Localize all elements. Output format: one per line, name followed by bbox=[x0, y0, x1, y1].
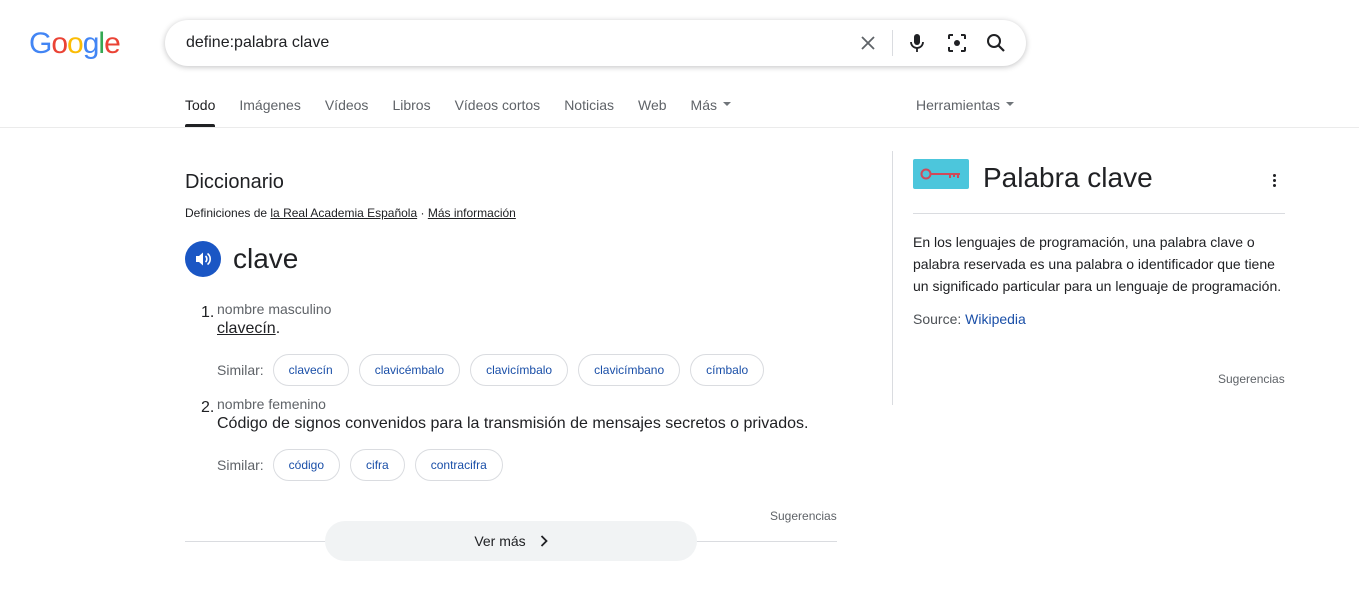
similar-chip[interactable]: címbalo bbox=[690, 354, 765, 386]
feedback-link[interactable]: Sugerencias bbox=[770, 509, 837, 523]
chevron-right-icon bbox=[540, 535, 548, 547]
tab-mas-label: Más bbox=[690, 97, 717, 113]
see-more-button[interactable]: Ver más bbox=[325, 521, 697, 561]
sense-number: 2. bbox=[201, 399, 215, 416]
feedback-link[interactable]: Sugerencias bbox=[1218, 372, 1285, 386]
tab-videos-cortos[interactable]: Vídeos cortos bbox=[455, 97, 541, 127]
more-vert-icon[interactable] bbox=[1266, 170, 1282, 190]
sense-number: 1. bbox=[201, 304, 215, 321]
similar-label: Similar: bbox=[217, 457, 264, 473]
lens-icon[interactable] bbox=[945, 31, 969, 55]
source-label: Source: bbox=[913, 311, 966, 327]
similar-chip[interactable]: cifra bbox=[350, 449, 405, 481]
knowledge-panel-thumbnail[interactable] bbox=[913, 159, 969, 189]
search-divider bbox=[892, 30, 893, 56]
knowledge-panel-divider bbox=[913, 213, 1285, 214]
caret-down-icon bbox=[1006, 102, 1015, 107]
source-prefix: Definiciones de bbox=[185, 206, 271, 220]
more-info-link[interactable]: Más información bbox=[428, 206, 516, 220]
rae-link[interactable]: la Real Academia Española bbox=[270, 206, 417, 220]
logo-letter: g bbox=[82, 27, 100, 60]
knowledge-panel-title: Palabra clave bbox=[983, 162, 1153, 193]
similar-label: Similar: bbox=[217, 362, 264, 378]
source-separator: · bbox=[417, 206, 428, 220]
logo-letter: o bbox=[51, 27, 68, 60]
headword: clave bbox=[233, 243, 299, 274]
tools-label: Herramientas bbox=[916, 97, 1001, 113]
similar-chip[interactable]: clavicémbalo bbox=[358, 354, 461, 386]
definition-link[interactable]: clavecín bbox=[217, 320, 276, 337]
logo-letter: e bbox=[104, 27, 121, 60]
see-more-label: Ver más bbox=[474, 533, 526, 549]
search-icon[interactable] bbox=[984, 31, 1008, 55]
speaker-button[interactable] bbox=[185, 241, 221, 277]
logo-letter: o bbox=[67, 27, 84, 60]
tab-libros[interactable]: Libros bbox=[392, 97, 430, 127]
search-box[interactable]: define:palabra clave bbox=[165, 20, 1026, 66]
tabs-divider bbox=[0, 127, 1359, 128]
tab-videos[interactable]: Vídeos bbox=[325, 97, 369, 127]
knowledge-panel-description: En los lenguajes de programación, una pa… bbox=[913, 234, 1282, 294]
part-of-speech: nombre femenino bbox=[217, 396, 326, 412]
similar-chip[interactable]: contracifra bbox=[414, 449, 503, 481]
knowledge-panel-source: Source: Wikipedia bbox=[913, 311, 1026, 327]
similar-row: Similar: clavecín clavicémbalo clavicímb… bbox=[217, 354, 774, 386]
tab-noticias[interactable]: Noticias bbox=[564, 97, 614, 127]
caret-down-icon bbox=[722, 102, 731, 107]
definition-end: . bbox=[275, 320, 281, 337]
tab-todo[interactable]: Todo bbox=[185, 97, 216, 127]
search-tabs: Todo Imágenes Vídeos Libros Vídeos corto… bbox=[185, 97, 755, 127]
similar-chip[interactable]: clavicímbano bbox=[578, 354, 681, 386]
panel-divider bbox=[892, 151, 893, 405]
google-logo[interactable]: Google bbox=[29, 27, 121, 61]
close-icon[interactable] bbox=[856, 31, 880, 55]
tab-mas[interactable]: Más bbox=[691, 97, 731, 127]
definition: clavecín. bbox=[217, 320, 280, 338]
wikipedia-link[interactable]: Wikipedia bbox=[965, 311, 1026, 327]
key-icon bbox=[920, 168, 960, 180]
search-input[interactable]: define:palabra clave bbox=[186, 34, 329, 52]
microphone-icon[interactable] bbox=[905, 31, 929, 55]
definition: Código de signos convenidos para la tran… bbox=[217, 415, 809, 432]
similar-chip[interactable]: código bbox=[272, 449, 341, 481]
speaker-icon bbox=[196, 252, 211, 266]
tab-imagenes[interactable]: Imágenes bbox=[239, 97, 300, 127]
similar-chip[interactable]: clavecín bbox=[272, 354, 349, 386]
similar-row: Similar: código cifra contracifra bbox=[217, 449, 513, 481]
logo-letter: G bbox=[29, 27, 52, 60]
similar-chip[interactable]: clavicímbalo bbox=[470, 354, 569, 386]
part-of-speech: nombre masculino bbox=[217, 301, 332, 317]
dictionary-title: Diccionario bbox=[185, 171, 284, 193]
dictionary-source: Definiciones de la Real Academia Español… bbox=[185, 206, 516, 220]
tools-button[interactable]: Herramientas bbox=[916, 97, 1015, 113]
tab-web[interactable]: Web bbox=[638, 97, 667, 127]
